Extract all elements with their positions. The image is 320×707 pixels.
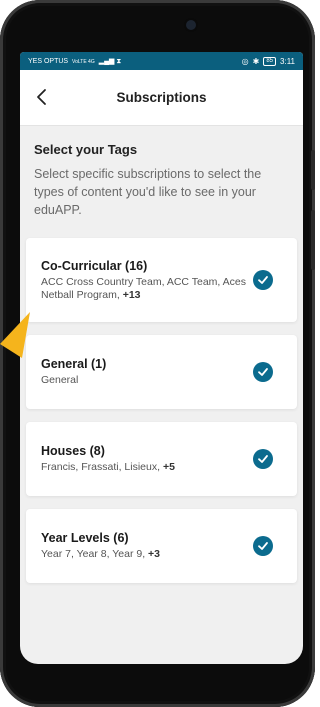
tag-item-list: Francis, Frassati, Lisieux,	[41, 461, 161, 473]
status-bar: YES OPTUS VoLTE 4G ▂▄▆ ⧗ ◎ ✱ 85 3:11	[20, 52, 303, 70]
chevron-left-icon[interactable]	[32, 87, 52, 107]
tag-title: Year Levels (6)	[41, 531, 129, 545]
pointer-arrow-icon	[0, 312, 30, 358]
tag-items: Year 7, Year 8, Year 9, +3	[41, 548, 249, 561]
tag-card-general[interactable]: General (1) General	[26, 335, 297, 409]
check-icon[interactable]	[253, 270, 273, 290]
tag-card-co-curricular[interactable]: Co-Curricular (16) ACC Cross Country Tea…	[26, 238, 297, 322]
status-left: YES OPTUS VoLTE 4G ▂▄▆ ⧗	[28, 57, 121, 66]
section-heading: Select your Tags	[34, 142, 138, 157]
app-screen: YES OPTUS VoLTE 4G ▂▄▆ ⧗ ◎ ✱ 85 3:11 Sub…	[20, 52, 303, 664]
bluetooth-icon: ✱	[252, 56, 260, 66]
page-title: Subscriptions	[116, 90, 207, 105]
tag-items: ACC Cross Country Team, ACC Team, Aces N…	[41, 276, 249, 302]
header-bar: Subscriptions	[20, 70, 303, 126]
check-icon[interactable]	[253, 449, 273, 469]
intro-section: Select your Tags Select specific subscri…	[20, 126, 303, 219]
tag-card-houses[interactable]: Houses (8) Francis, Frassati, Lisieux, +…	[26, 422, 297, 496]
signal-icon: ▂▄▆	[98, 57, 115, 65]
check-icon[interactable]	[253, 536, 273, 556]
battery-icon: 85	[263, 56, 277, 66]
tag-item-list: ACC Cross Country Team, ACC Team, Aces N…	[41, 275, 247, 301]
tag-item-list: Year 7, Year 8, Year 9,	[41, 548, 146, 560]
clock-time: 3:11	[280, 56, 295, 66]
volume-button	[311, 210, 315, 270]
tag-item-list: General	[41, 374, 79, 386]
carrier-label: YES OPTUS	[28, 57, 69, 65]
tag-items: Francis, Frassati, Lisieux, +5	[41, 461, 249, 474]
phone-frame: YES OPTUS VoLTE 4G ▂▄▆ ⧗ ◎ ✱ 85 3:11 Sub…	[0, 0, 315, 707]
section-description: Select specific subscriptions to select …	[34, 167, 262, 217]
alarm-icon: ◎	[241, 56, 249, 66]
power-button	[311, 150, 315, 190]
tag-title: General (1)	[41, 357, 107, 371]
tag-more-count: +3	[148, 548, 161, 560]
status-right: ◎ ✱ 85 3:11	[241, 56, 295, 66]
tag-list: Co-Curricular (16) ACC Cross Country Tea…	[26, 238, 297, 583]
front-camera	[186, 20, 196, 30]
tag-card-year-levels[interactable]: Year Levels (6) Year 7, Year 8, Year 9, …	[26, 509, 297, 583]
network-label: VoLTE 4G	[72, 58, 95, 65]
tag-more-count: +13	[122, 288, 141, 301]
hourglass-icon: ⧗	[116, 57, 122, 65]
tag-items: General	[41, 374, 249, 387]
tag-title: Co-Curricular (16)	[41, 258, 148, 273]
tag-title: Houses (8)	[41, 444, 105, 458]
tag-more-count: +5	[162, 461, 175, 473]
check-icon[interactable]	[253, 362, 273, 382]
